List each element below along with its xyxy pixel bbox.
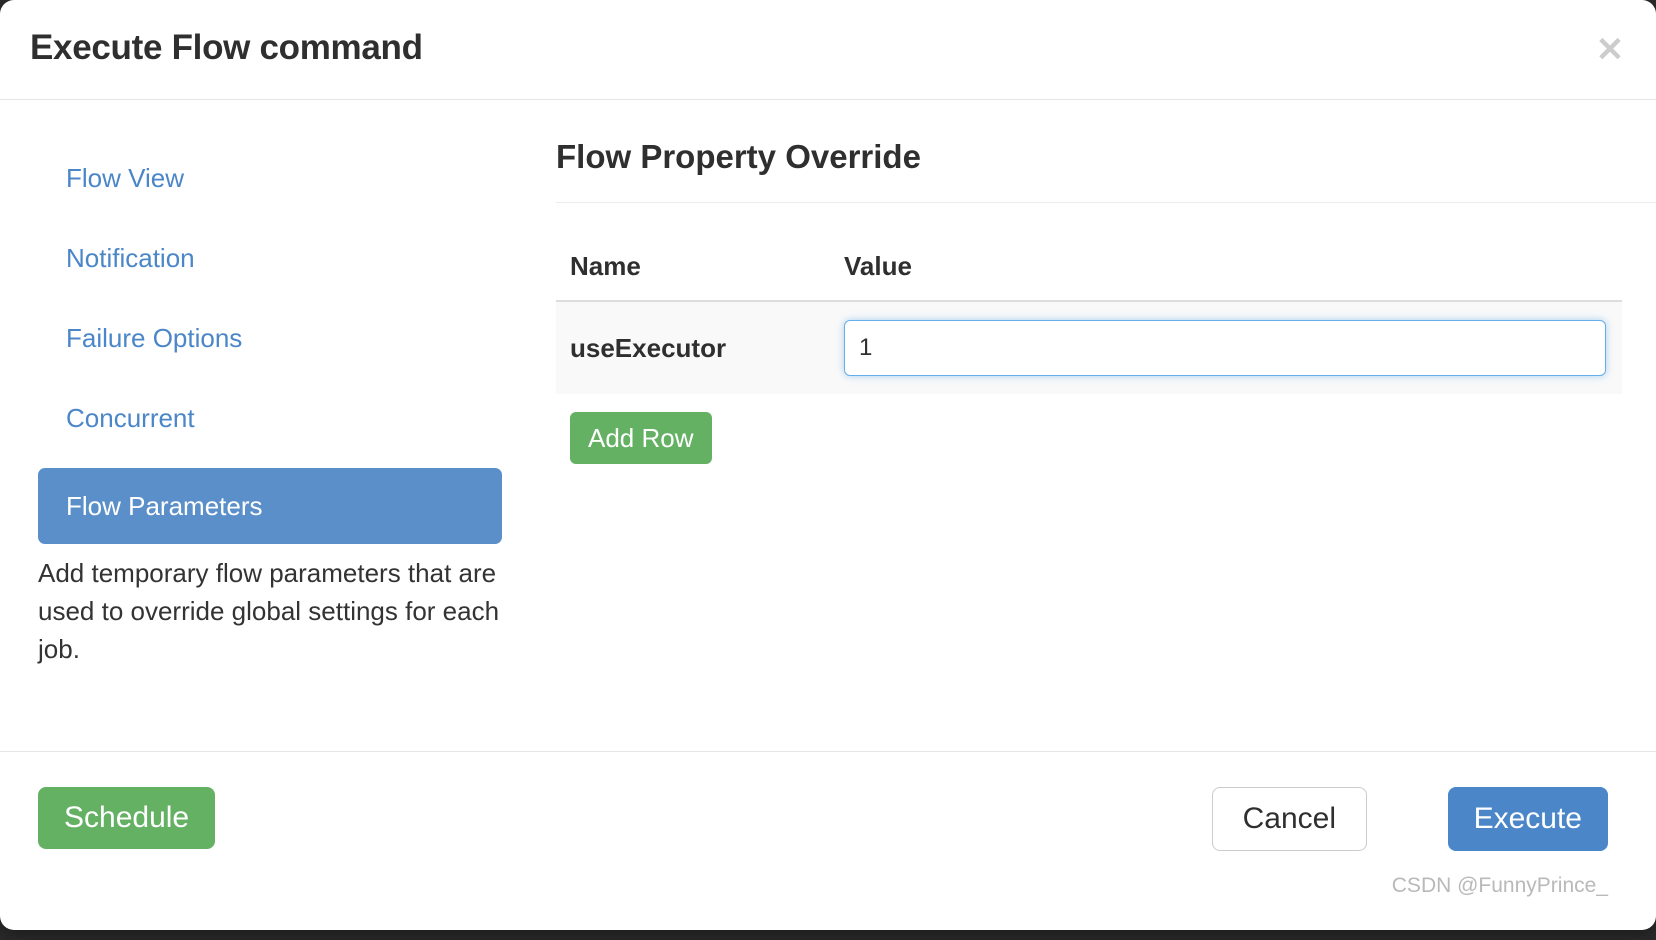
add-row-button[interactable]: Add Row bbox=[570, 412, 712, 464]
sidebar-item-concurrent[interactable]: Concurrent bbox=[38, 388, 502, 448]
sidebar-item-failure-options[interactable]: Failure Options bbox=[38, 308, 502, 368]
schedule-button[interactable]: Schedule bbox=[38, 787, 216, 849]
dialog-header: Execute Flow command ✕ bbox=[0, 0, 1656, 100]
property-value-input[interactable] bbox=[844, 320, 1606, 376]
sidebar-item-flow-view[interactable]: Flow View bbox=[38, 148, 502, 208]
dialog-footer: Schedule Cancel Execute CSDN @FunnyPrinc… bbox=[0, 751, 1656, 930]
dialog-body: Flow View Notification Failure Options C… bbox=[0, 100, 1656, 750]
sidebar-description: Add temporary flow parameters that are u… bbox=[38, 558, 500, 664]
content-panel: Flow Property Override Name Value useExe… bbox=[556, 100, 1656, 464]
content-title: Flow Property Override bbox=[556, 138, 1656, 203]
table-row: useExecutor bbox=[556, 300, 1622, 394]
property-name-cell: useExecutor bbox=[556, 300, 830, 394]
flow-property-table: Name Value useExecutor bbox=[556, 241, 1622, 394]
cancel-button[interactable]: Cancel bbox=[1211, 787, 1367, 851]
execute-button[interactable]: Execute bbox=[1447, 787, 1608, 851]
table-head: Name Value bbox=[556, 241, 1622, 301]
sidebar: Flow View Notification Failure Options C… bbox=[0, 100, 540, 668]
watermark: CSDN @FunnyPrince_ bbox=[1391, 874, 1608, 897]
sidebar-item-flow-parameters[interactable]: Flow Parameters bbox=[38, 468, 502, 544]
execute-flow-dialog: Execute Flow command ✕ Flow View Notific… bbox=[0, 0, 1656, 930]
column-header-name: Name bbox=[570, 251, 641, 281]
property-value-cell bbox=[830, 300, 1622, 394]
table-header-row: Name Value bbox=[556, 241, 1622, 301]
sidebar-item-notification[interactable]: Notification bbox=[38, 228, 502, 288]
table-body: useExecutor bbox=[556, 300, 1622, 394]
close-icon[interactable]: ✕ bbox=[1588, 28, 1632, 72]
page-title: Execute Flow command bbox=[30, 28, 423, 67]
column-header-value: Value bbox=[844, 251, 912, 281]
